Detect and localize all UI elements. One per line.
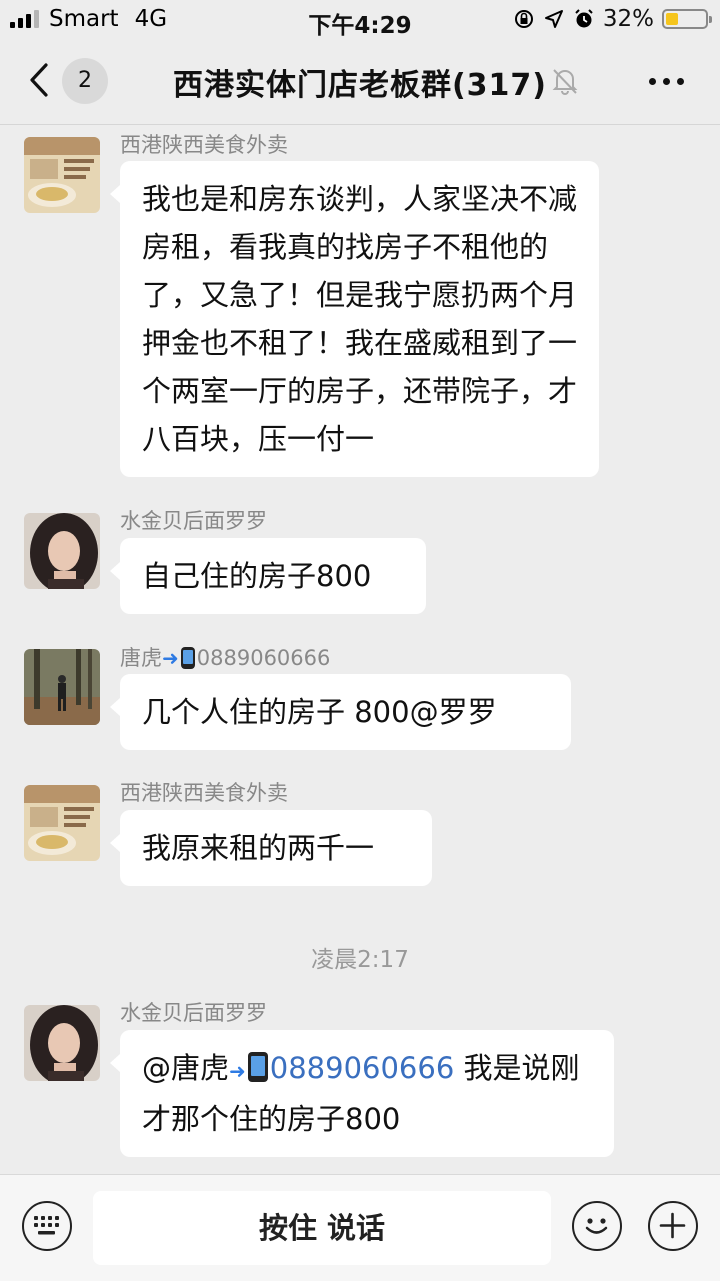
emoji-button[interactable] <box>572 1201 622 1251</box>
keyboard-icon <box>34 1216 59 1235</box>
sender-name: 唐虎➜ 0889060666 <box>120 642 330 672</box>
keyboard-toggle-button[interactable] <box>22 1201 72 1251</box>
avatar[interactable] <box>24 137 100 213</box>
emoji-icon <box>585 1218 608 1234</box>
battery-percent: 32% <box>602 6 654 32</box>
message-bubble[interactable]: 我原来租的两千一 <box>110 810 432 886</box>
status-bar: Smart 4G 下午4:29 32% <box>0 0 720 40</box>
mobile-phone-icon <box>247 1052 268 1082</box>
battery-icon <box>662 9 712 29</box>
sender-phone: 0889060666 <box>196 646 331 670</box>
forward-arrow-icon: ➜ <box>162 646 179 670</box>
muted-bell-icon <box>552 67 578 99</box>
status-right: 32% <box>513 6 712 32</box>
more-functions-button[interactable] <box>648 1201 698 1251</box>
avatar[interactable] <box>24 513 100 589</box>
input-bar: 按住 说话 <box>0 1174 720 1281</box>
avatar[interactable] <box>24 1005 100 1081</box>
hold-to-talk-button[interactable]: 按住 说话 <box>93 1191 551 1265</box>
sender-name-text: 唐虎 <box>120 646 162 670</box>
plus-icon <box>659 1212 686 1239</box>
message-bubble[interactable]: 几个人住的房子 800@罗罗 <box>110 674 571 750</box>
sender-name: 水金贝后面罗罗 <box>120 1001 267 1025</box>
rotation-lock-icon <box>513 8 535 30</box>
sender-name: 西港陕西美食外卖 <box>120 781 288 805</box>
forward-arrow-icon: ➜ <box>229 1059 246 1083</box>
more-options-button[interactable] <box>649 78 684 85</box>
mention-text[interactable]: @唐虎 <box>142 1051 229 1085</box>
phone-number-link[interactable]: 0889060666 <box>270 1051 455 1085</box>
alarm-clock-icon <box>573 8 595 30</box>
avatar[interactable] <box>24 785 100 861</box>
message-list[interactable]: 西港陕西美食外卖 我也是和房东谈判，人家坚决不减房租，看我真的找房子不租他的了，… <box>0 125 720 1173</box>
mobile-phone-icon <box>180 647 195 669</box>
message-bubble[interactable]: @唐虎➜ 0889060666 我是说刚才那个住的房子800 <box>110 1030 614 1157</box>
time-divider: 凌晨2:17 <box>311 947 409 973</box>
sender-name: 西港陕西美食外卖 <box>120 133 288 157</box>
sender-name: 水金贝后面罗罗 <box>120 509 267 533</box>
avatar[interactable] <box>24 649 100 725</box>
message-bubble[interactable]: 我也是和房东谈判，人家坚决不减房租，看我真的找房子不租他的了，又急了！但是我宁愿… <box>110 161 599 477</box>
chat-header: 2 西港实体门店老板群(317) <box>0 40 720 125</box>
message-bubble[interactable]: 自己住的房子800 <box>110 538 426 614</box>
location-arrow-icon <box>543 8 565 30</box>
chat-title: 西港实体门店老板群(317) <box>172 68 548 103</box>
